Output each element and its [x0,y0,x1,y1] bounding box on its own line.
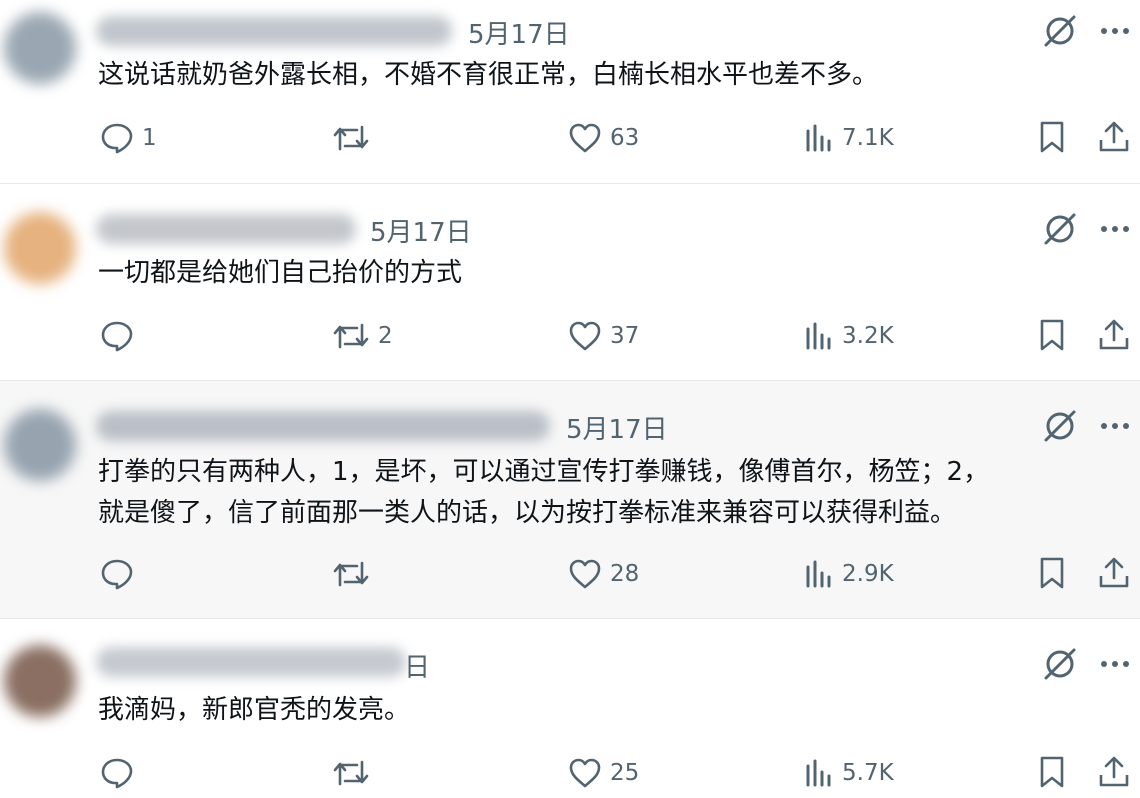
reply-post[interactable]: 5月17日 打拳的只有两种人，1，是坏，可以通过宣传打拳赚钱，像傅首尔，杨笠；2… [0,381,1140,618]
views-icon [806,759,831,787]
post-text: 这说话就奶爸外露长相，不婚不育很正常，白楠长相水平也差不多。 [98,56,878,94]
like-count: 25 [610,760,640,786]
like-button[interactable]: 37 [568,316,639,356]
reply-button[interactable] [100,316,142,356]
like-button[interactable]: 25 [568,753,639,793]
like-button[interactable]: 63 [568,118,639,158]
views-count: 3.2K [842,323,894,349]
like-button[interactable]: 28 [568,554,639,594]
repost-icon [333,125,369,151]
views-icon [806,322,831,350]
bookmark-icon [1040,557,1064,589]
post-text: 我滴妈，新郎官秃的发亮。 [98,691,410,729]
reply-icon [101,559,133,590]
repost-button[interactable] [332,554,378,594]
avatar[interactable] [4,645,76,717]
grok-icon[interactable] [1043,212,1077,246]
views-button[interactable]: 7.1K [804,118,894,158]
repost-button[interactable]: 2 [332,316,393,356]
like-count: 28 [610,561,640,587]
post-text: 打拳的只有两种人，1，是坏，可以通过宣传打拳赚钱，像傅首尔，杨笠；2， 就是傻了… [98,452,989,534]
reply-post[interactable]: 日 我滴妈，新郎官秃的发亮。 25 5.7K [0,619,1140,798]
reply-icon [101,758,133,789]
post-date[interactable]: 5月17日 [566,409,668,446]
avatar[interactable] [4,12,76,84]
views-icon [806,560,831,588]
bookmark-icon [1040,756,1064,788]
repost-button[interactable] [332,118,378,158]
grok-icon[interactable] [1043,647,1077,681]
share-icon [1099,557,1129,588]
author-name-blurred[interactable] [96,214,356,244]
share-button[interactable] [1098,556,1130,596]
like-icon [569,321,601,351]
views-icon [806,124,831,152]
like-count: 63 [610,125,640,151]
post-text: 一切都是给她们自己抬价的方式 [98,254,462,292]
avatar[interactable] [4,409,76,481]
more-icon[interactable] [1098,212,1132,246]
more-icon[interactable] [1098,14,1132,48]
repost-icon [333,323,369,349]
like-icon [569,559,601,589]
share-button[interactable] [1098,120,1130,160]
avatar[interactable] [4,212,76,284]
reply-button[interactable]: 1 [100,118,157,158]
views-button[interactable]: 2.9K [804,554,894,594]
bookmark-icon [1040,121,1064,153]
reply-button[interactable] [100,753,142,793]
repost-icon [333,561,369,587]
grok-icon[interactable] [1043,14,1077,48]
reply-post[interactable]: 5月17日 这说话就奶爸外露长相，不婚不育很正常，白楠长相水平也差不多。 1 6… [0,0,1140,183]
reply-button[interactable] [100,554,142,594]
post-date[interactable]: 5月17日 [370,212,472,249]
author-name-blurred[interactable] [96,411,550,441]
post-text-line: 这说话就奶爸外露长相，不婚不育很正常，白楠长相水平也差不多。 [98,60,879,90]
views-count: 5.7K [842,760,894,786]
post-text-line: 一切都是给她们自己抬价的方式 [98,258,463,288]
reply-icon [101,123,133,154]
like-icon [569,758,601,788]
post-date[interactable]: 日 [404,647,430,684]
bookmark-icon [1040,319,1064,351]
views-button[interactable]: 5.7K [804,753,894,793]
reply-feed: 5月17日 这说话就奶爸外露长相，不婚不育很正常，白楠长相水平也差不多。 1 6… [0,0,1140,798]
more-icon[interactable] [1098,409,1132,443]
post-text-line: 我滴妈，新郎官秃的发亮。 [98,695,411,725]
bookmark-button[interactable] [1038,120,1066,160]
views-count: 7.1K [842,125,894,151]
author-name-blurred[interactable] [96,647,406,677]
more-icon[interactable] [1098,647,1132,681]
reply-post[interactable]: 5月17日 一切都是给她们自己抬价的方式 2 37 3.2K [0,184,1140,380]
bookmark-button[interactable] [1038,755,1066,795]
views-button[interactable]: 3.2K [804,316,894,356]
post-text-line: 就是傻了，信了前面那一类人的话，以为按打拳标准来兼容可以获得利益。 [98,498,957,528]
post-date[interactable]: 5月17日 [468,14,570,51]
views-count: 2.9K [842,561,894,587]
like-icon [569,123,601,153]
share-icon [1099,121,1129,152]
repost-count: 2 [378,323,393,349]
author-name-blurred[interactable] [96,16,452,46]
grok-icon[interactable] [1043,409,1077,443]
post-text-line: 打拳的只有两种人，1，是坏，可以通过宣传打拳赚钱，像傅首尔，杨笠；2， [98,457,990,487]
share-icon [1099,756,1129,787]
share-button[interactable] [1098,755,1130,795]
reply-icon [101,321,133,352]
repost-button[interactable] [332,753,378,793]
bookmark-button[interactable] [1038,318,1066,358]
share-icon [1099,319,1129,350]
like-count: 37 [610,323,640,349]
bookmark-button[interactable] [1038,556,1066,596]
share-button[interactable] [1098,318,1130,358]
reply-count: 1 [142,125,157,151]
repost-icon [333,760,369,786]
